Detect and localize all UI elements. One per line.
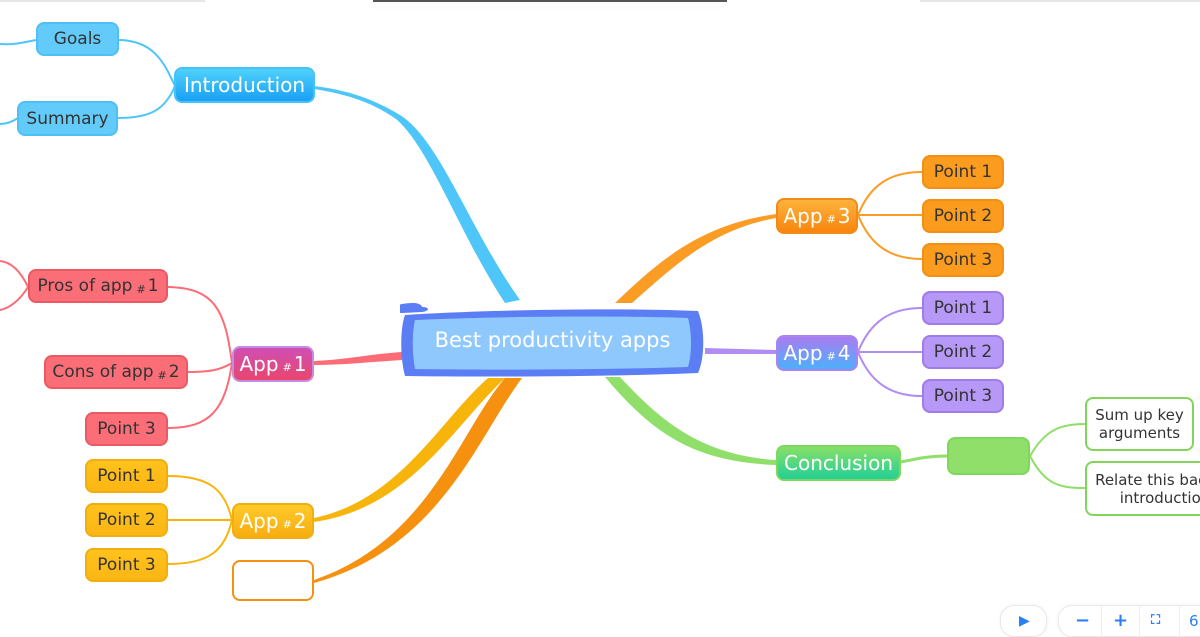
link-p-point3	[857, 351, 923, 397]
central-topic-label: Best productivity apps	[434, 328, 671, 352]
node-label: Point 3	[933, 386, 993, 406]
hash-mark: #	[826, 349, 836, 363]
node-point-1-orange[interactable]: Point 1	[922, 155, 1004, 189]
node-sum-up-key-arguments[interactable]: Sum up key arguments	[1085, 397, 1194, 451]
node-point-2-purple[interactable]: Point 2	[922, 335, 1004, 369]
node-number: 1	[293, 352, 307, 376]
node-label: Point 3	[933, 250, 993, 270]
node-label: Point 1	[933, 162, 993, 182]
link-app3	[615, 214, 776, 303]
mind-map-canvas[interactable]: Goals Summary Introduction Pros of app #1…	[0, 0, 1200, 637]
node-point-3-yellow[interactable]: Point 3	[85, 548, 168, 582]
link-p-point1	[857, 307, 923, 353]
link-goals	[117, 39, 176, 87]
node-label: Relate this back to introduction	[1095, 470, 1200, 507]
node-number: 1	[147, 276, 159, 296]
link-y-point3	[167, 519, 233, 565]
hash-mark: #	[826, 212, 836, 226]
node-number: 2	[168, 362, 180, 382]
play-button[interactable]: ▶	[1000, 605, 1047, 637]
link-y-point1	[167, 475, 233, 521]
link-cons	[187, 362, 233, 373]
node-point-3-red[interactable]: Point 3	[85, 412, 168, 446]
node-label: Point 2	[933, 342, 993, 362]
divider	[1139, 606, 1140, 636]
link-summary	[117, 85, 176, 119]
link-app4	[705, 348, 776, 354]
node-point-1-yellow[interactable]: Point 1	[85, 459, 168, 493]
zoom-in-button[interactable]: +	[1113, 612, 1128, 630]
node-label: App	[783, 341, 823, 365]
node-point-3-purple[interactable]: Point 3	[922, 379, 1004, 413]
node-label: Summary	[26, 108, 109, 129]
node-point-2-orange[interactable]: Point 2	[922, 199, 1004, 233]
node-label: Point 1	[933, 298, 993, 318]
node-app-2[interactable]: App #2	[232, 503, 314, 539]
node-label: Point 2	[933, 206, 993, 226]
hash-mark: #	[282, 360, 292, 374]
node-cons-of-app-2[interactable]: Cons of app #2	[44, 355, 188, 389]
node-label: Sum up key arguments	[1095, 406, 1184, 442]
link-conclusion	[605, 377, 776, 465]
node-point-3-orange[interactable]: Point 3	[922, 243, 1004, 277]
node-app-3[interactable]: App #3	[776, 198, 858, 234]
link-conclusion-sub	[900, 454, 949, 464]
node-label: Point 2	[97, 510, 156, 530]
node-pros-of-app-1[interactable]: Pros of app #1	[28, 269, 168, 303]
link-summary-left	[0, 117, 19, 125]
zoom-level[interactable]: 6	[1189, 612, 1199, 630]
node-summary[interactable]: Summary	[17, 101, 118, 136]
node-label: App	[239, 352, 279, 376]
node-number: 4	[837, 341, 851, 365]
link-pros-left	[0, 260, 29, 311]
divider	[1179, 606, 1180, 636]
link-app1	[314, 352, 402, 365]
link-introduction	[314, 86, 520, 303]
node-label: Pros of app	[37, 276, 133, 296]
node-relate-back-to-introduction[interactable]: Relate this back to introduction	[1085, 461, 1200, 516]
link-pros	[167, 286, 233, 364]
node-label: Goals	[53, 29, 102, 49]
link-empty-orange	[314, 378, 522, 583]
hash-mark: #	[157, 368, 167, 382]
link-sumup	[1029, 423, 1086, 457]
node-point-1-purple[interactable]: Point 1	[922, 291, 1004, 325]
node-empty-orange[interactable]	[232, 560, 314, 601]
link-app2	[314, 378, 505, 522]
hash-mark: #	[282, 517, 292, 531]
link-o-point1	[857, 171, 923, 216]
play-icon: ▶	[1019, 613, 1030, 629]
central-topic[interactable]: Best productivity apps	[400, 303, 705, 377]
node-app-4[interactable]: App #4	[776, 335, 858, 371]
node-label: Conclusion	[784, 451, 893, 475]
zoom-toolbar: − + ⛶ 6	[1058, 605, 1200, 637]
node-label: App	[783, 204, 823, 228]
hash-mark: #	[136, 282, 146, 296]
node-number: 3	[837, 204, 851, 228]
node-label: Cons of app	[52, 362, 154, 382]
node-conclusion[interactable]: Conclusion	[776, 445, 901, 481]
node-app-1[interactable]: App #1	[232, 346, 314, 382]
link-relate	[1029, 455, 1086, 489]
node-number: 2	[293, 509, 307, 533]
node-point-2-yellow[interactable]: Point 2	[85, 503, 168, 537]
link-o-point3	[857, 214, 923, 260]
node-label: Introduction	[183, 73, 306, 97]
node-goals[interactable]: Goals	[36, 22, 119, 56]
node-label: Point 3	[97, 555, 156, 575]
node-label: App	[239, 509, 279, 533]
divider	[1101, 606, 1102, 636]
link-goals-left	[0, 39, 37, 46]
node-introduction[interactable]: Introduction	[174, 67, 315, 103]
fit-screen-icon[interactable]: ⛶	[1151, 612, 1160, 630]
node-label: Point 3	[97, 419, 156, 439]
zoom-out-button[interactable]: −	[1075, 612, 1090, 630]
node-empty-green[interactable]	[947, 437, 1030, 475]
node-label: Point 1	[97, 466, 156, 486]
